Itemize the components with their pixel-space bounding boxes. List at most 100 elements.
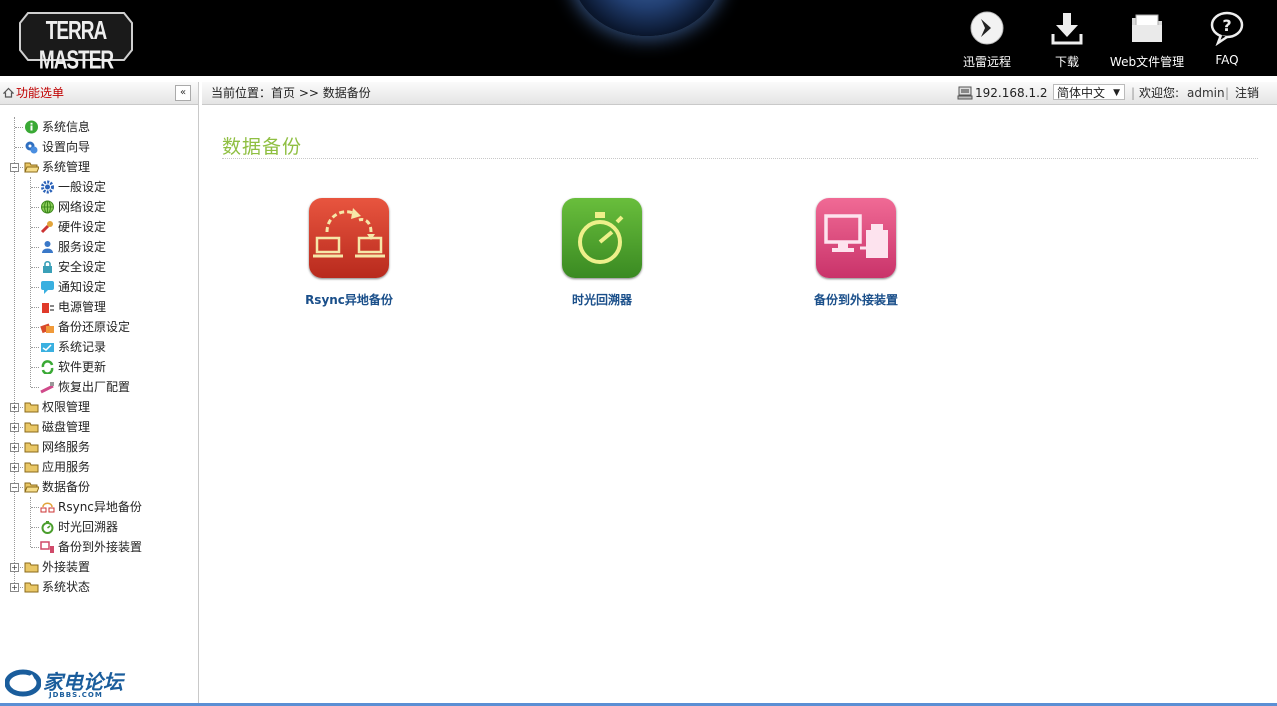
- language-select[interactable]: 简体中文 ▼: [1053, 84, 1125, 100]
- sidebar-item-label: 一般设定: [58, 180, 107, 194]
- sidebar-item[interactable]: 设置向导: [0, 137, 198, 157]
- expand-node-icon[interactable]: +: [10, 443, 19, 452]
- sidebar-item-label: 数据备份: [42, 480, 91, 494]
- tree-connector: [31, 347, 39, 348]
- sidebar-item[interactable]: + 外接装置: [0, 557, 198, 577]
- expand-node-icon[interactable]: +: [10, 563, 19, 572]
- sidebar-item-label: 时光回溯器: [58, 520, 119, 534]
- wrench-icon: [40, 221, 53, 234]
- sidebar-item[interactable]: Rsync异地备份: [0, 497, 198, 517]
- sidebar-item[interactable]: 一般设定: [0, 177, 198, 197]
- globe-icon: [41, 200, 54, 214]
- tree-connector: [31, 547, 39, 548]
- sidebar-item[interactable]: 软件更新: [0, 357, 198, 377]
- top-nav-label: FAQ: [1215, 53, 1239, 67]
- welcome-text: 欢迎您:: [1139, 86, 1180, 100]
- sidebar-item[interactable]: + 系统状态: [0, 577, 198, 597]
- tree-connector: [31, 367, 39, 368]
- separator: |: [1225, 86, 1230, 100]
- folder-icon: [24, 562, 39, 573]
- server-icon: [957, 86, 973, 100]
- rsync-app-icon[interactable]: [309, 198, 389, 278]
- breadcrumb: 当前位置：首页 >> 数据备份: [211, 86, 371, 100]
- folder-icon: [24, 462, 39, 473]
- sidebar-item[interactable]: + 权限管理: [0, 397, 198, 417]
- sidebar-item[interactable]: 安全设定: [0, 257, 198, 277]
- external-backup-app-icon[interactable]: [816, 198, 896, 278]
- log-icon: [41, 343, 54, 352]
- top-nav-faq[interactable]: ? FAQ: [1187, 0, 1267, 76]
- sidebar-item-label: 备份到外接装置: [58, 540, 143, 554]
- home-icon: [3, 87, 14, 98]
- sidebar: 功能选单 « 系统信息 设置向导 − 系统管理 一般设定 网络设定 硬件设定 服务设定 安全设定…: [0, 82, 199, 706]
- sidebar-item-label: 系统管理: [42, 160, 91, 174]
- top-nav-web-file-manager[interactable]: Web文件管理: [1107, 0, 1187, 76]
- help-icon: ?: [1210, 11, 1244, 46]
- sidebar-item[interactable]: 电源管理: [0, 297, 198, 317]
- folder-open-icon: [24, 482, 39, 493]
- folder-icon: [24, 442, 39, 453]
- page-title: 数据备份: [222, 136, 303, 158]
- sidebar-item[interactable]: 系统记录: [0, 337, 198, 357]
- tree-connector: [31, 207, 39, 208]
- terramaster-logo[interactable]: TERRA MASTER: [18, 9, 134, 75]
- sidebar-item[interactable]: − 数据备份: [0, 477, 198, 497]
- top-nav-download[interactable]: 下载: [1027, 0, 1107, 76]
- expand-node-icon[interactable]: +: [10, 463, 19, 472]
- sidebar-item-label: 软件更新: [58, 360, 107, 374]
- folder-icon: [24, 582, 39, 593]
- tree-connector: [31, 247, 39, 248]
- breadcrumb-bar: 当前位置：首页 >> 数据备份 192.168.1.2 简体中文 ▼ | 欢迎您…: [202, 82, 1277, 105]
- tree-connector: [15, 147, 23, 148]
- sidebar-item[interactable]: − 系统管理: [0, 157, 198, 177]
- top-nav-label: 迅雷远程: [962, 55, 1011, 69]
- tree-connector: [15, 127, 23, 128]
- folder-icon: [24, 402, 39, 413]
- collapse-node-icon[interactable]: −: [10, 483, 19, 492]
- collapse-node-icon[interactable]: −: [10, 163, 19, 172]
- external-device-icon: [40, 541, 54, 553]
- sidebar-item-label: Rsync异地备份: [58, 500, 142, 514]
- sidebar-item[interactable]: 系统信息: [0, 117, 198, 137]
- tree-connector: [31, 287, 39, 288]
- gear-icon: [41, 180, 54, 194]
- sidebar-item[interactable]: + 应用服务: [0, 457, 198, 477]
- top-header: TERRA MASTER 迅雷远程 下载 Web文件管理 ? FAQ: [0, 0, 1277, 76]
- tree-connector: [31, 227, 39, 228]
- sidebar-item[interactable]: + 网络服务: [0, 437, 198, 457]
- app-tile-label: Rsync异地备份: [305, 293, 393, 307]
- folder-icon: [1132, 14, 1162, 42]
- top-nav-thunder-remote[interactable]: 迅雷远程: [947, 0, 1027, 76]
- sidebar-item-label: 通知设定: [58, 280, 107, 294]
- sidebar-item[interactable]: 通知设定: [0, 277, 198, 297]
- jdbbs-logo-subtext: JDBBS.COM: [49, 691, 103, 699]
- sidebar-item[interactable]: 恢复出厂配置: [0, 377, 198, 397]
- title-divider: [222, 158, 1258, 159]
- time-machine-app-icon[interactable]: [562, 198, 642, 278]
- sidebar-item-label: 磁盘管理: [42, 420, 91, 434]
- expand-node-icon[interactable]: +: [10, 403, 19, 412]
- thunder-remote-icon: [970, 11, 1004, 45]
- sidebar-item-label: 系统记录: [58, 340, 107, 354]
- app-tile-time-machine[interactable]: 时光回溯器: [522, 198, 682, 310]
- sidebar-item[interactable]: 服务设定: [0, 237, 198, 257]
- sidebar-item-label: 服务设定: [58, 240, 107, 254]
- sidebar-item[interactable]: 硬件设定: [0, 217, 198, 237]
- app-tile-label: 时光回溯器: [571, 293, 632, 307]
- sidebar-item[interactable]: + 磁盘管理: [0, 417, 198, 437]
- app-tile-external-backup[interactable]: 备份到外接装置: [776, 198, 936, 310]
- sidebar-item[interactable]: 时光回溯器: [0, 517, 198, 537]
- expand-node-icon[interactable]: +: [10, 423, 19, 432]
- sidebar-item[interactable]: 备份到外接装置: [0, 537, 198, 557]
- sidebar-item[interactable]: 网络设定: [0, 197, 198, 217]
- user-bar: 192.168.1.2 简体中文 ▼ | 欢迎您: admin | 注销: [957, 82, 1263, 104]
- expand-node-icon[interactable]: +: [10, 583, 19, 592]
- tree-connector: [31, 307, 39, 308]
- tree-connector: [31, 267, 39, 268]
- sidebar-item[interactable]: 备份还原设定: [0, 317, 198, 337]
- app-tile-rsync[interactable]: Rsync异地备份: [269, 198, 429, 310]
- dropdown-arrow-icon: ▼: [1113, 88, 1120, 98]
- logout-link[interactable]: 注销: [1235, 82, 1259, 104]
- collapse-sidebar-button[interactable]: «: [175, 85, 191, 101]
- sidebar-item-label: 安全设定: [58, 260, 107, 274]
